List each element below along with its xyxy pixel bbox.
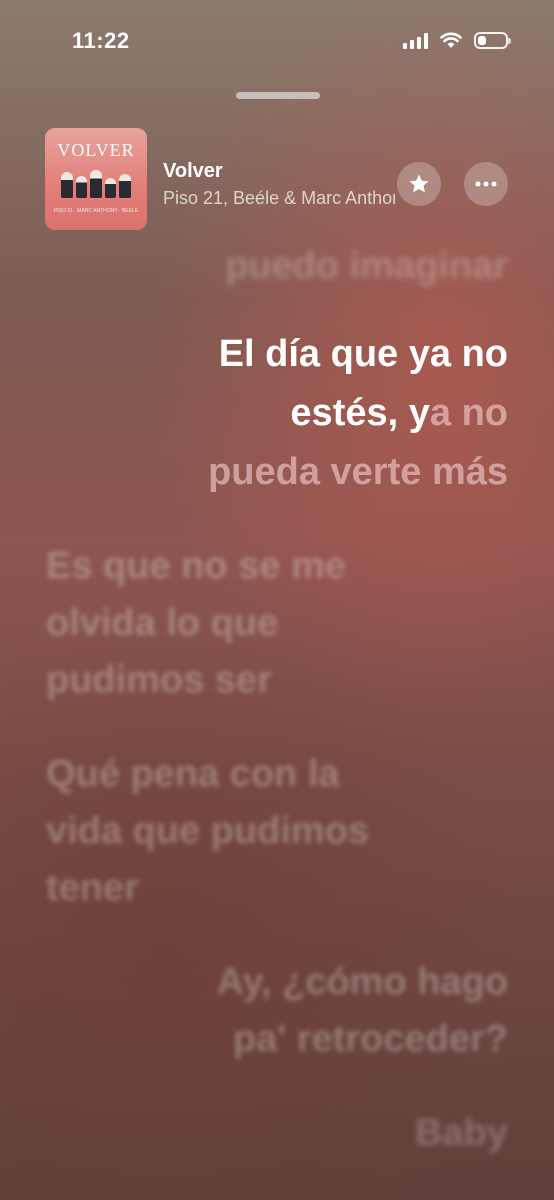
lyric-current-line-2: estés, ya no (290, 385, 508, 442)
lyric-line: vida que pudimos (46, 810, 370, 852)
lyric-unsung-text: a no (429, 392, 508, 434)
lyric-current-line-1-text: El día que ya no (218, 333, 508, 375)
lyric-sung-text: estés, y (290, 392, 430, 434)
lyrics-view[interactable]: puedo imaginar El día que ya no estés, y… (0, 0, 554, 1200)
lyric-current-line-1: El día que ya no (219, 326, 508, 383)
lyric-line: tener (46, 867, 139, 909)
lyric-line: pa' retroceder? (232, 1018, 508, 1060)
lyric-line: pudimos ser (46, 659, 272, 701)
lyric-line-previous[interactable]: puedo imaginar (225, 238, 508, 295)
lyric-line: Ay, ¿cómo hago (216, 961, 508, 1003)
lyric-line: Qué pena con la (46, 753, 340, 795)
lyric-line: Es que no se me (46, 545, 346, 587)
lyric-current-line-3: pueda verte más (208, 444, 508, 501)
lyric-line: Baby (415, 1112, 508, 1154)
lyric-line: olvida lo que (46, 602, 279, 644)
lyric-current-line-3-text: pueda verte más (208, 451, 508, 493)
